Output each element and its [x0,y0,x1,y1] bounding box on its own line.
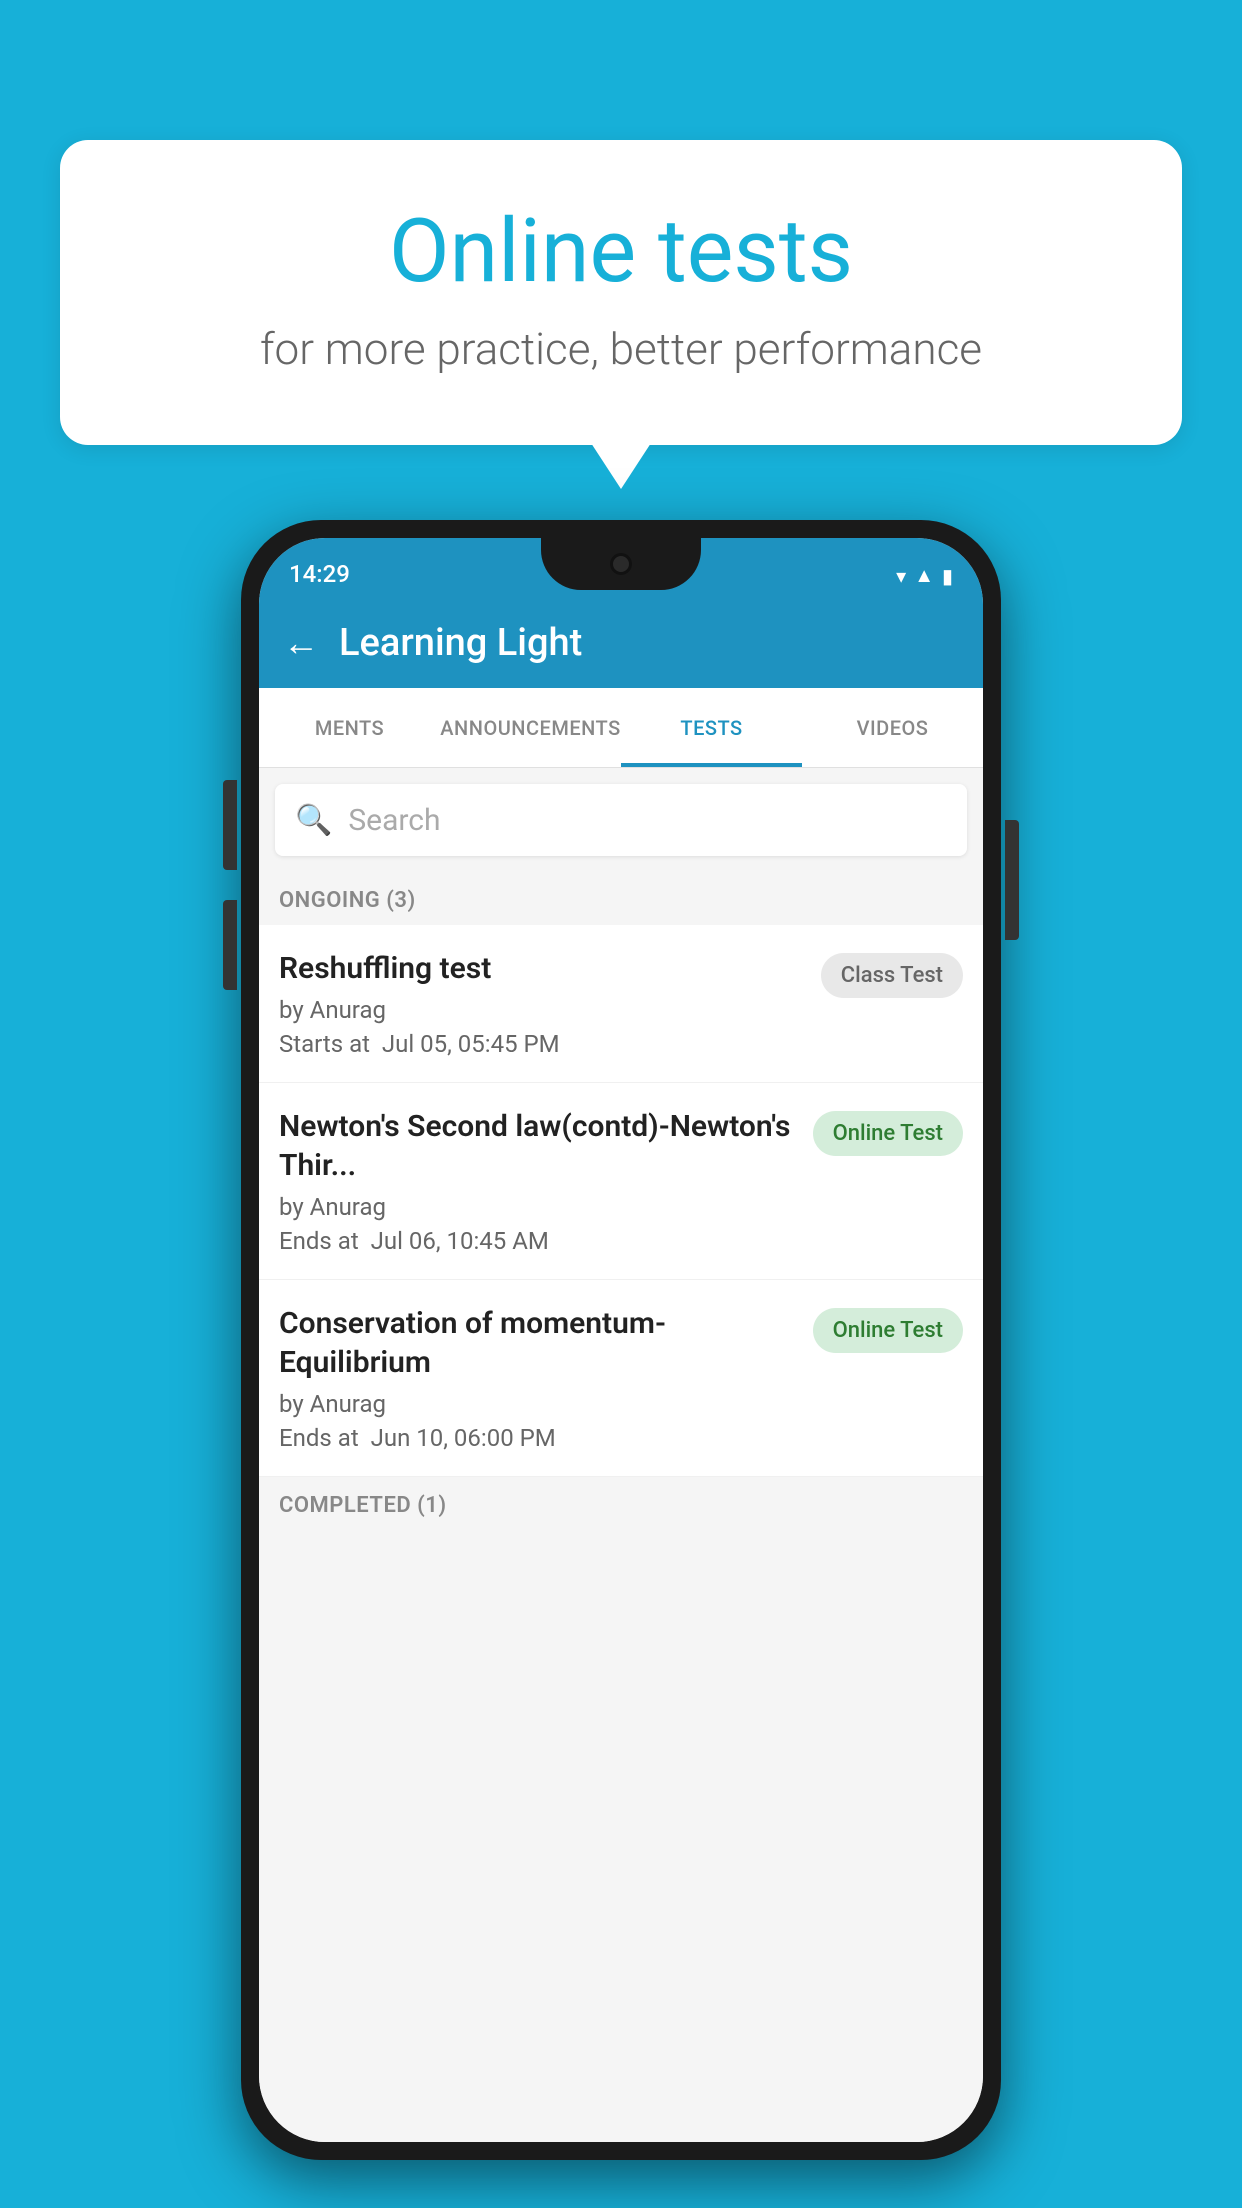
back-button[interactable]: ← [283,622,319,664]
test-date-conservation: Ends at Jun 10, 06:00 PM [279,1424,797,1452]
test-author-conservation: by Anurag [279,1390,797,1418]
status-time: 14:29 [289,560,350,588]
test-item-newtons-info: Newton's Second law(contd)-Newton's Thir… [279,1107,797,1255]
test-item-reshuffling[interactable]: Reshuffling test by Anurag Starts at Jul… [259,925,983,1083]
power-button [1005,820,1019,940]
tab-bar: MENTS ANNOUNCEMENTS TESTS VIDEOS [259,688,983,768]
tab-tests[interactable]: TESTS [621,688,802,767]
volume-down-button [223,900,237,990]
phone-frame: 14:29 ▾ ▲ ▮ ← Learning Light MENTS ANNOU… [241,520,1001,2160]
test-badge-class: Class Test [821,953,963,998]
test-name-reshuffling: Reshuffling test [279,949,805,988]
test-date-reshuffling: Starts at Jul 05, 05:45 PM [279,1030,805,1058]
search-bar[interactable]: 🔍 Search [275,784,967,856]
test-date-newtons: Ends at Jul 06, 10:45 AM [279,1227,797,1255]
wifi-icon: ▾ [896,564,906,588]
search-icon: 🔍 [295,803,332,838]
app-bar: ← Learning Light [259,598,983,688]
tab-videos[interactable]: VIDEOS [802,688,983,767]
phone-mockup: 14:29 ▾ ▲ ▮ ← Learning Light MENTS ANNOU… [241,520,1001,2160]
content-area: 🔍 Search ONGOING (3) Reshuffling test by… [259,768,983,2142]
test-item-info: Reshuffling test by Anurag Starts at Jul… [279,949,805,1058]
signal-icon: ▲ [914,563,934,588]
test-item-conservation[interactable]: Conservation of momentum-Equilibrium by … [259,1280,983,1477]
volume-up-button [223,780,237,870]
test-item-conservation-info: Conservation of momentum-Equilibrium by … [279,1304,797,1452]
test-name-conservation: Conservation of momentum-Equilibrium [279,1304,797,1382]
test-badge-online-conservation: Online Test [813,1308,963,1353]
phone-notch [541,538,701,590]
speech-bubble: Online tests for more practice, better p… [60,140,1182,445]
test-badge-online-newtons: Online Test [813,1111,963,1156]
status-icons: ▾ ▲ ▮ [896,563,953,588]
tab-ments[interactable]: MENTS [259,688,440,767]
bubble-title: Online tests [140,200,1102,303]
front-camera [610,553,632,575]
phone-screen: 14:29 ▾ ▲ ▮ ← Learning Light MENTS ANNOU… [259,538,983,2142]
completed-section-header: COMPLETED (1) [259,1477,983,1530]
bubble-subtitle: for more practice, better performance [140,323,1102,375]
tab-announcements[interactable]: ANNOUNCEMENTS [440,688,621,767]
app-title: Learning Light [339,621,582,665]
test-item-newtons[interactable]: Newton's Second law(contd)-Newton's Thir… [259,1083,983,1280]
promo-section: Online tests for more practice, better p… [60,140,1182,445]
search-placeholder: Search [348,803,440,838]
test-name-newtons: Newton's Second law(contd)-Newton's Thir… [279,1107,797,1185]
test-author-newtons: by Anurag [279,1193,797,1221]
battery-icon: ▮ [942,564,953,588]
ongoing-section-header: ONGOING (3) [259,872,983,925]
test-author-reshuffling: by Anurag [279,996,805,1024]
